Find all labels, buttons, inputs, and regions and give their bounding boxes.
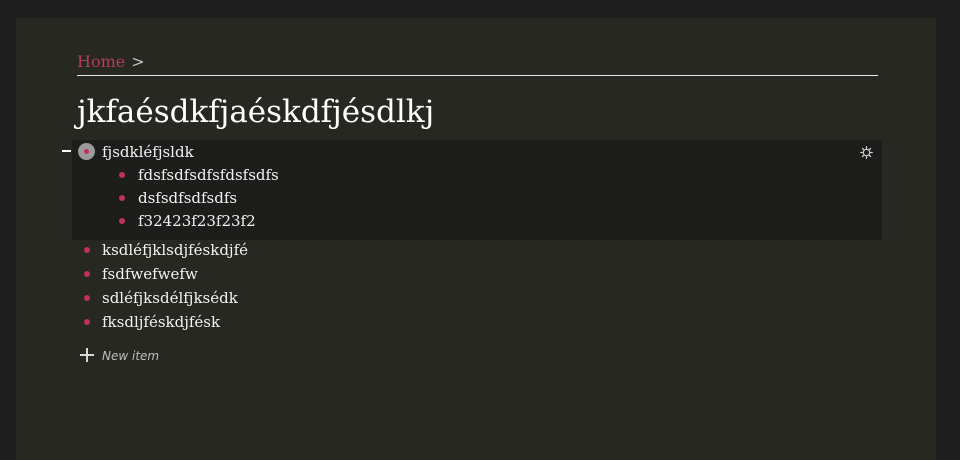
list-item-label[interactable]: sdléfjksdélfjksédk xyxy=(102,289,238,307)
new-item-label: New item xyxy=(102,349,160,363)
focused-item-bullet-icon[interactable] xyxy=(78,143,95,160)
focused-item-label[interactable]: fjsdkléfjsldk xyxy=(102,143,194,161)
bullet-icon[interactable] xyxy=(84,295,90,301)
bullet-icon[interactable] xyxy=(84,247,90,253)
bullet-icon[interactable] xyxy=(84,319,90,325)
page-title[interactable]: jkfaésdkfjaéskdfjésdlkj xyxy=(77,92,434,132)
collapse-icon[interactable] xyxy=(62,150,71,152)
child-item-label[interactable]: f32423f23f23f2 xyxy=(138,212,256,230)
plus-icon xyxy=(80,348,94,362)
list-item-label[interactable]: ksdléfjklsdjféskdjfé xyxy=(102,241,248,259)
breadcrumb: Home > xyxy=(77,53,878,76)
bullet-icon[interactable] xyxy=(84,271,90,277)
list-item-label[interactable]: fksdljféskdjfésk xyxy=(102,313,220,331)
child-item-label[interactable]: dsfsdfsdfsdfs xyxy=(138,189,237,207)
child-item-label[interactable]: fdsfsdfsdfsfdsfsdfs xyxy=(138,166,279,184)
list-item-label[interactable]: fsdfwefwefw xyxy=(102,265,198,283)
breadcrumb-separator: > xyxy=(131,52,145,71)
bullet-icon[interactable] xyxy=(119,218,125,224)
bullet-icon[interactable] xyxy=(119,172,125,178)
gear-icon[interactable] xyxy=(860,146,873,159)
bullet-icon[interactable] xyxy=(119,195,125,201)
breadcrumb-home-link[interactable]: Home xyxy=(77,52,125,71)
